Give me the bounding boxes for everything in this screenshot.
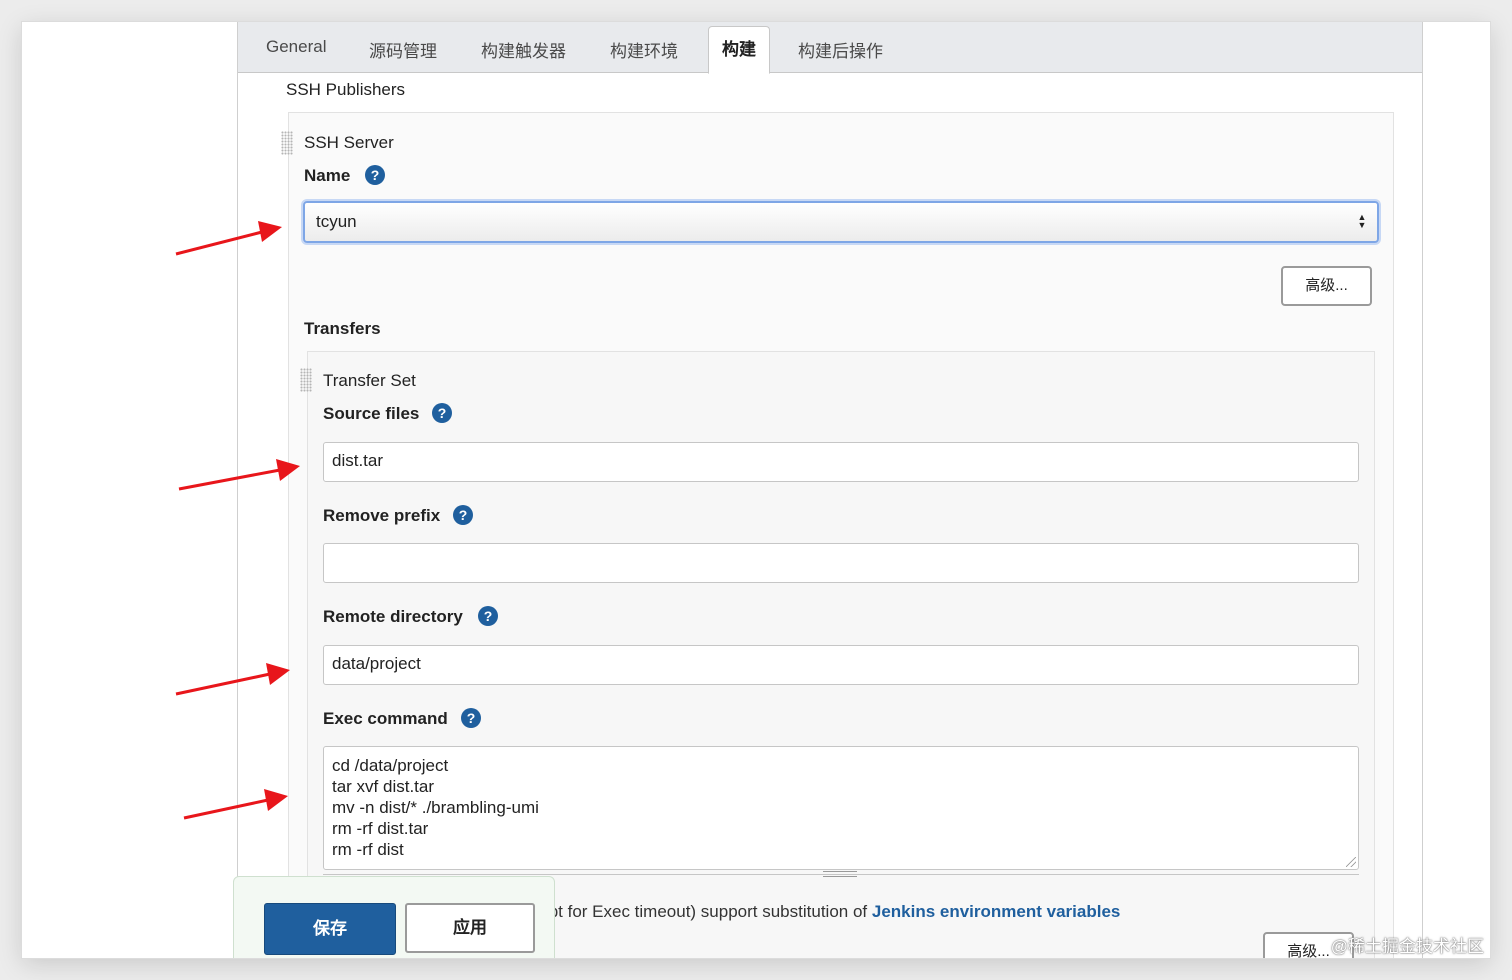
red-arrow-source: [178, 459, 300, 491]
annotation-arrows: [175, 221, 300, 820]
red-arrow-remote-dir: [175, 663, 290, 696]
red-arrow-exec: [183, 789, 288, 820]
red-arrow-name: [175, 221, 282, 256]
